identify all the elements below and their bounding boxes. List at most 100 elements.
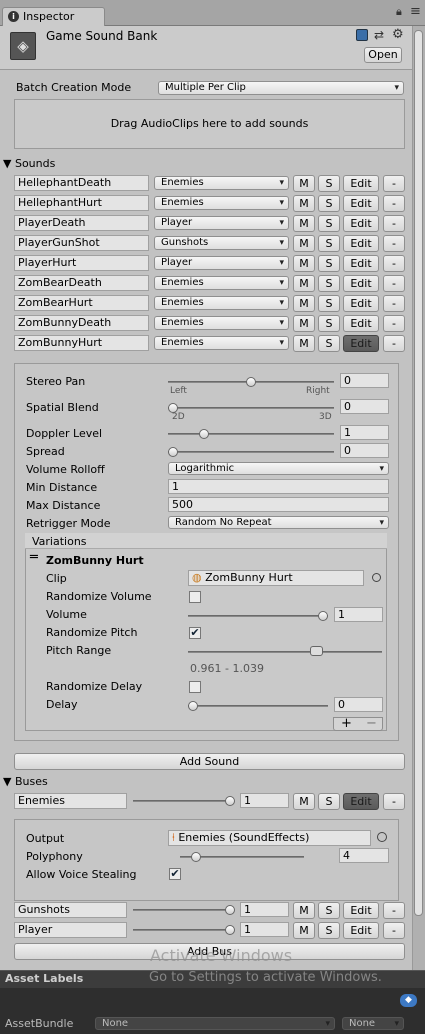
bus-volume-slider-track[interactable] — [133, 929, 233, 931]
doppler-slider-track[interactable] — [168, 433, 334, 435]
polyphony-field[interactable]: 4 — [339, 848, 389, 863]
pitch-range-handle[interactable] — [310, 646, 323, 656]
sound-name-field[interactable]: PlayerDeath — [14, 215, 149, 231]
mute-button[interactable]: M — [293, 195, 315, 212]
remove-sound-button[interactable]: - — [383, 195, 405, 212]
bus-volume-field[interactable]: 1 — [240, 902, 289, 917]
sound-name-field[interactable]: ZomBearHurt — [14, 295, 149, 311]
edit-button[interactable]: Edit — [343, 255, 379, 272]
bus-solo-button[interactable]: S — [318, 902, 340, 919]
bus-volume-slider-knob[interactable] — [225, 796, 235, 806]
clip-picker-icon[interactable] — [372, 573, 381, 582]
bus-volume-slider-track[interactable] — [133, 909, 233, 911]
assetbundle-dropdown[interactable]: None — [95, 1017, 335, 1030]
sound-bus-dropdown[interactable]: Enemies — [154, 196, 289, 210]
sound-name-field[interactable]: HellephantHurt — [14, 195, 149, 211]
sound-name-field[interactable]: PlayerHurt — [14, 255, 149, 271]
solo-button[interactable]: S — [318, 235, 340, 252]
edit-button[interactable]: Edit — [343, 295, 379, 312]
remove-sound-button[interactable]: - — [383, 215, 405, 232]
lock-icon[interactable]: 🔒︎ — [396, 5, 402, 19]
remove-sound-button[interactable]: - — [383, 175, 405, 192]
sound-name-field[interactable]: PlayerGunShot — [14, 235, 149, 251]
max-distance-field[interactable]: 500 — [168, 497, 389, 512]
sound-name-field[interactable]: ZomBunnyDeath — [14, 315, 149, 331]
volume-slider-track[interactable] — [188, 615, 328, 617]
sound-name-field[interactable]: HellephantDeath — [14, 175, 149, 191]
gear-icon[interactable]: ⚙ — [392, 27, 404, 42]
edit-button[interactable]: Edit — [343, 175, 379, 192]
bus-edit-button[interactable]: Edit — [343, 793, 379, 810]
spread-slider-knob[interactable] — [168, 447, 178, 457]
bus-volume-slider-knob[interactable] — [225, 905, 235, 915]
edit-button[interactable]: Edit — [343, 315, 379, 332]
variant-dropdown[interactable]: None — [342, 1017, 404, 1030]
sound-bus-dropdown[interactable]: Enemies — [154, 316, 289, 330]
mute-button[interactable]: M — [293, 335, 315, 352]
solo-button[interactable]: S — [318, 315, 340, 332]
object-picker-icon[interactable] — [377, 832, 387, 842]
drop-area[interactable]: Drag AudioClips here to add sounds — [14, 99, 405, 149]
open-button[interactable]: Open — [364, 47, 402, 63]
solo-button[interactable]: S — [318, 195, 340, 212]
settings-sliders-icon[interactable]: ⇄ — [374, 28, 384, 42]
sound-bus-dropdown[interactable]: Player — [154, 256, 289, 270]
bus-volume-slider-knob[interactable] — [225, 925, 235, 935]
delay-slider-knob[interactable] — [188, 701, 198, 711]
edit-button[interactable]: Edit — [343, 195, 379, 212]
scrollbar-thumb[interactable] — [414, 30, 423, 916]
solo-button[interactable]: S — [318, 275, 340, 292]
remove-sound-button[interactable]: - — [383, 335, 405, 352]
edit-button[interactable]: Edit — [343, 335, 379, 352]
remove-sound-button[interactable]: - — [383, 315, 405, 332]
remove-bus-button[interactable]: - — [383, 902, 405, 919]
sound-name-field[interactable]: ZomBearDeath — [14, 275, 149, 291]
mute-button[interactable]: M — [293, 275, 315, 292]
tab-inspector[interactable]: i Inspector — [2, 7, 105, 26]
volume-field[interactable]: 1 — [334, 607, 383, 622]
edit-button[interactable]: Edit — [343, 275, 379, 292]
sound-name-field[interactable]: ZomBunnyHurt — [14, 335, 149, 351]
sound-bus-dropdown[interactable]: Enemies — [154, 296, 289, 310]
solo-button[interactable]: S — [318, 295, 340, 312]
edit-button[interactable]: Edit — [343, 215, 379, 232]
bus-name-field[interactable]: Enemies — [14, 793, 127, 809]
remove-bus-button[interactable]: - — [383, 922, 405, 939]
spatial-blend-slider-track[interactable] — [168, 407, 334, 409]
bus-solo-button[interactable]: S — [318, 922, 340, 939]
add-variation-button[interactable]: + — [341, 717, 352, 730]
remove-sound-button[interactable]: - — [383, 235, 405, 252]
randomize-pitch-checkbox[interactable]: ✔ — [189, 627, 201, 639]
clip-field[interactable]: ◍ ZomBunny Hurt — [188, 570, 364, 586]
sound-bus-dropdown[interactable]: Player — [154, 216, 289, 230]
spread-field[interactable]: 0 — [340, 443, 389, 458]
bus-mute-button[interactable]: M — [293, 922, 315, 939]
sound-bus-dropdown[interactable]: Enemies — [154, 276, 289, 290]
mute-button[interactable]: M — [293, 215, 315, 232]
batch-mode-dropdown[interactable]: Multiple Per Clip — [158, 81, 404, 95]
sound-bus-dropdown[interactable]: Gunshots — [154, 236, 289, 250]
min-distance-field[interactable]: 1 — [168, 479, 389, 494]
stereo-pan-field[interactable]: 0 — [340, 373, 389, 388]
doppler-field[interactable]: 1 — [340, 425, 389, 440]
solo-button[interactable]: S — [318, 175, 340, 192]
rolloff-dropdown[interactable]: Logarithmic — [168, 462, 389, 475]
edit-button[interactable]: Edit — [343, 235, 379, 252]
bus-edit-button[interactable]: Edit — [343, 922, 379, 939]
solo-button[interactable]: S — [318, 215, 340, 232]
remove-sound-button[interactable]: - — [383, 275, 405, 292]
mute-button[interactable]: M — [293, 235, 315, 252]
solo-button[interactable]: S — [318, 335, 340, 352]
mute-button[interactable]: M — [293, 255, 315, 272]
delay-field[interactable]: 0 — [334, 697, 383, 712]
buses-foldout[interactable]: ▼ Buses — [3, 775, 48, 788]
label-tag-icon[interactable]: ◆ — [400, 994, 417, 1007]
randomize-delay-checkbox[interactable] — [189, 681, 201, 693]
menu-icon[interactable]: ≡ — [410, 4, 421, 19]
bus-solo-button[interactable]: S — [318, 793, 340, 810]
bus-volume-field[interactable]: 1 — [240, 793, 289, 808]
bus-name-field[interactable]: Player — [14, 922, 127, 938]
mute-button[interactable]: M — [293, 295, 315, 312]
volume-slider-knob[interactable] — [318, 611, 328, 621]
pitch-range-track[interactable] — [188, 651, 382, 653]
